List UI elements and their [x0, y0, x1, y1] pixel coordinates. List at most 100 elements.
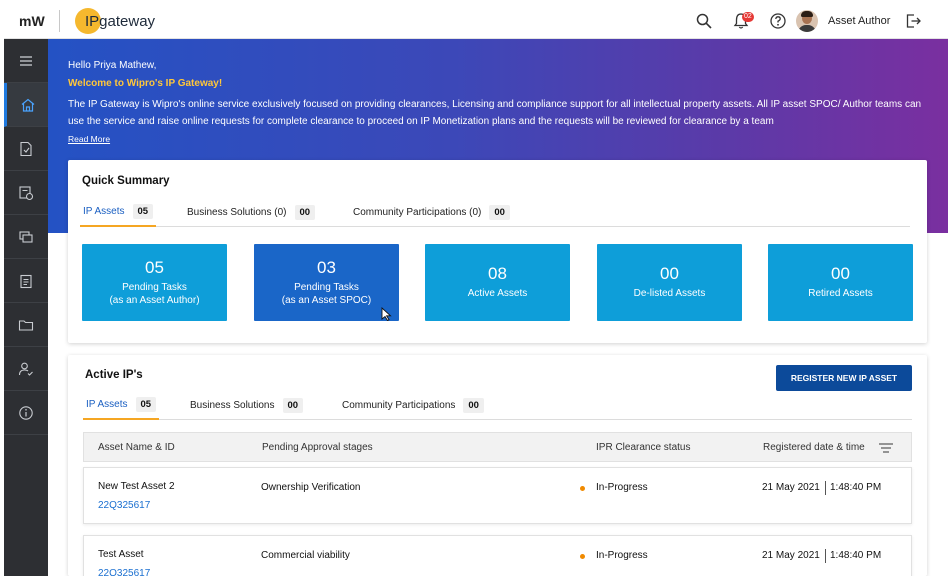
tab-label: IP Assets: [83, 205, 125, 217]
logout-icon[interactable]: [904, 12, 922, 30]
sidebar: [4, 39, 48, 576]
asset-id-link[interactable]: 22Q325617: [98, 500, 150, 511]
tab-count: 00: [282, 397, 304, 413]
column-header[interactable]: Asset Name & ID: [98, 442, 175, 453]
column-header[interactable]: Pending Approval stages: [262, 442, 373, 453]
asset-id-link[interactable]: 22Q325617: [98, 568, 150, 576]
folder-icon: [18, 319, 34, 331]
stat-value: 08: [488, 264, 507, 283]
quick-summary-tabs: IP Assets 05 Business Solutions (0) 00 C…: [80, 197, 910, 227]
registered-time: 1:48:40 PM: [830, 482, 882, 493]
avatar-hair: [801, 11, 813, 17]
info-icon: [19, 405, 33, 420]
user-check-icon: [18, 362, 33, 376]
ipr-status: In-Progress: [596, 482, 648, 493]
sidebar-item-home[interactable]: [4, 83, 48, 127]
registered-date: 21 May 2021: [762, 482, 820, 493]
sort-icon[interactable]: [879, 442, 893, 454]
column-header[interactable]: IPR Clearance status: [596, 442, 691, 453]
register-new-ip-asset-button[interactable]: REGISTER NEW IP ASSET: [776, 365, 912, 391]
user-role-label[interactable]: Asset Author: [828, 15, 890, 27]
stat-value: 05: [145, 258, 164, 277]
sidebar-item-clearance[interactable]: [4, 171, 48, 215]
tab-count: 05: [132, 203, 154, 219]
tab-count: 00: [294, 204, 316, 220]
table-row[interactable]: New Test Asset 2 22Q325617 Ownership Ver…: [83, 467, 912, 524]
sidebar-item-info[interactable]: [4, 391, 48, 435]
column-header[interactable]: Registered date & time: [763, 442, 865, 453]
sidebar-item-devices[interactable]: [4, 215, 48, 259]
active-ips-title: Active IP's: [85, 369, 143, 381]
read-more-link[interactable]: Read More: [68, 134, 110, 144]
quick-summary-card: Quick Summary IP Assets 05 Business Solu…: [68, 160, 927, 343]
tab-label: Business Solutions: [190, 399, 275, 411]
sidebar-menu-toggle[interactable]: [4, 39, 48, 83]
tab-label: Community Participations: [342, 399, 456, 411]
search-icon[interactable]: [695, 12, 713, 30]
devices-icon: [19, 230, 33, 243]
stat-label: Retired Assets: [808, 288, 873, 299]
stat-label: Active Assets: [467, 288, 528, 299]
stat-delisted-assets[interactable]: 00 De-listed Assets: [597, 244, 742, 321]
stat-sublabel: (as an Asset Author): [109, 295, 200, 306]
banner-description: The IP Gateway is Wipro's online service…: [68, 99, 922, 127]
tab-community-participations[interactable]: Community Participations (0) 00: [353, 197, 510, 227]
tab-ip-assets[interactable]: IP Assets 05: [80, 197, 157, 227]
sidebar-item-documents[interactable]: [4, 127, 48, 171]
welcome-heading: Welcome to Wipro's IP Gateway!: [68, 78, 223, 89]
mw-logo[interactable]: mW: [19, 13, 45, 29]
asset-name: Test Asset: [98, 549, 144, 560]
tab-community-participations[interactable]: Community Participations 00: [342, 390, 484, 420]
help-icon[interactable]: [769, 12, 787, 30]
stat-label: Pending Tasks: [294, 282, 359, 293]
table-header: Asset Name & ID Pending Approval stages …: [83, 432, 912, 462]
status-dot: [580, 554, 585, 559]
quick-summary-title: Quick Summary: [82, 175, 170, 187]
stat-label: Pending Tasks: [122, 282, 187, 293]
tab-business-solutions[interactable]: Business Solutions 00: [190, 390, 304, 420]
sidebar-item-users[interactable]: [4, 347, 48, 391]
ipr-status: In-Progress: [596, 550, 648, 561]
menu-icon: [20, 55, 32, 66]
pending-stage: Commercial viability: [261, 550, 350, 561]
mouse-cursor-icon: [381, 307, 392, 321]
stat-pending-tasks-author[interactable]: 05 Pending Tasks (as an Asset Author): [82, 244, 227, 321]
tab-count: 00: [463, 397, 484, 413]
pending-stage: Ownership Verification: [261, 482, 361, 493]
stat-active-assets[interactable]: 08 Active Assets: [425, 244, 570, 321]
sidebar-item-tasks[interactable]: [4, 259, 48, 303]
table-row[interactable]: Test Asset 22Q325617 Commercial viabilit…: [83, 535, 912, 576]
tab-business-solutions[interactable]: Business Solutions (0) 00: [187, 197, 316, 227]
registered-time: 1:48:40 PM: [830, 550, 882, 561]
avatar-body: [798, 25, 816, 32]
tab-label: Community Participations (0): [353, 206, 482, 218]
stat-value: 03: [317, 258, 336, 277]
tab-count: 00: [489, 204, 510, 220]
stat-value: 00: [660, 264, 679, 283]
registered-date: 21 May 2021: [762, 550, 820, 561]
greeting-text: Hello Priya Mathew,: [68, 60, 157, 71]
top-header: mW IPgateway 02 Asset Author: [4, 4, 948, 39]
document-icon: [20, 141, 32, 156]
asset-name: New Test Asset 2: [98, 481, 175, 492]
avatar[interactable]: [796, 10, 818, 32]
active-ips-tabs: IP Assets 05 Business Solutions 00 Commu…: [83, 390, 912, 420]
tab-ip-assets[interactable]: IP Assets 05: [83, 390, 160, 420]
status-dot: [580, 486, 585, 491]
date-time-divider: [825, 481, 826, 495]
app-name: IPgateway: [85, 13, 156, 30]
stat-label: De-listed Assets: [633, 288, 706, 299]
clearance-icon: [19, 185, 34, 200]
stat-retired-assets[interactable]: 00 Retired Assets: [768, 244, 913, 321]
active-ips-card: Active IP's REGISTER NEW IP ASSET IP Ass…: [68, 355, 927, 576]
stat-pending-tasks-spoc[interactable]: 03 Pending Tasks (as an Asset SPOC): [254, 244, 399, 321]
sidebar-item-folders[interactable]: [4, 303, 48, 347]
brand-divider: [59, 10, 60, 32]
home-icon: [21, 98, 34, 112]
date-time-divider: [825, 549, 826, 563]
notification-badge: 02: [742, 12, 754, 22]
stat-value: 00: [831, 264, 850, 283]
tab-count: 05: [135, 396, 157, 412]
tab-label: IP Assets: [86, 398, 128, 410]
tab-label: Business Solutions (0): [187, 206, 287, 218]
